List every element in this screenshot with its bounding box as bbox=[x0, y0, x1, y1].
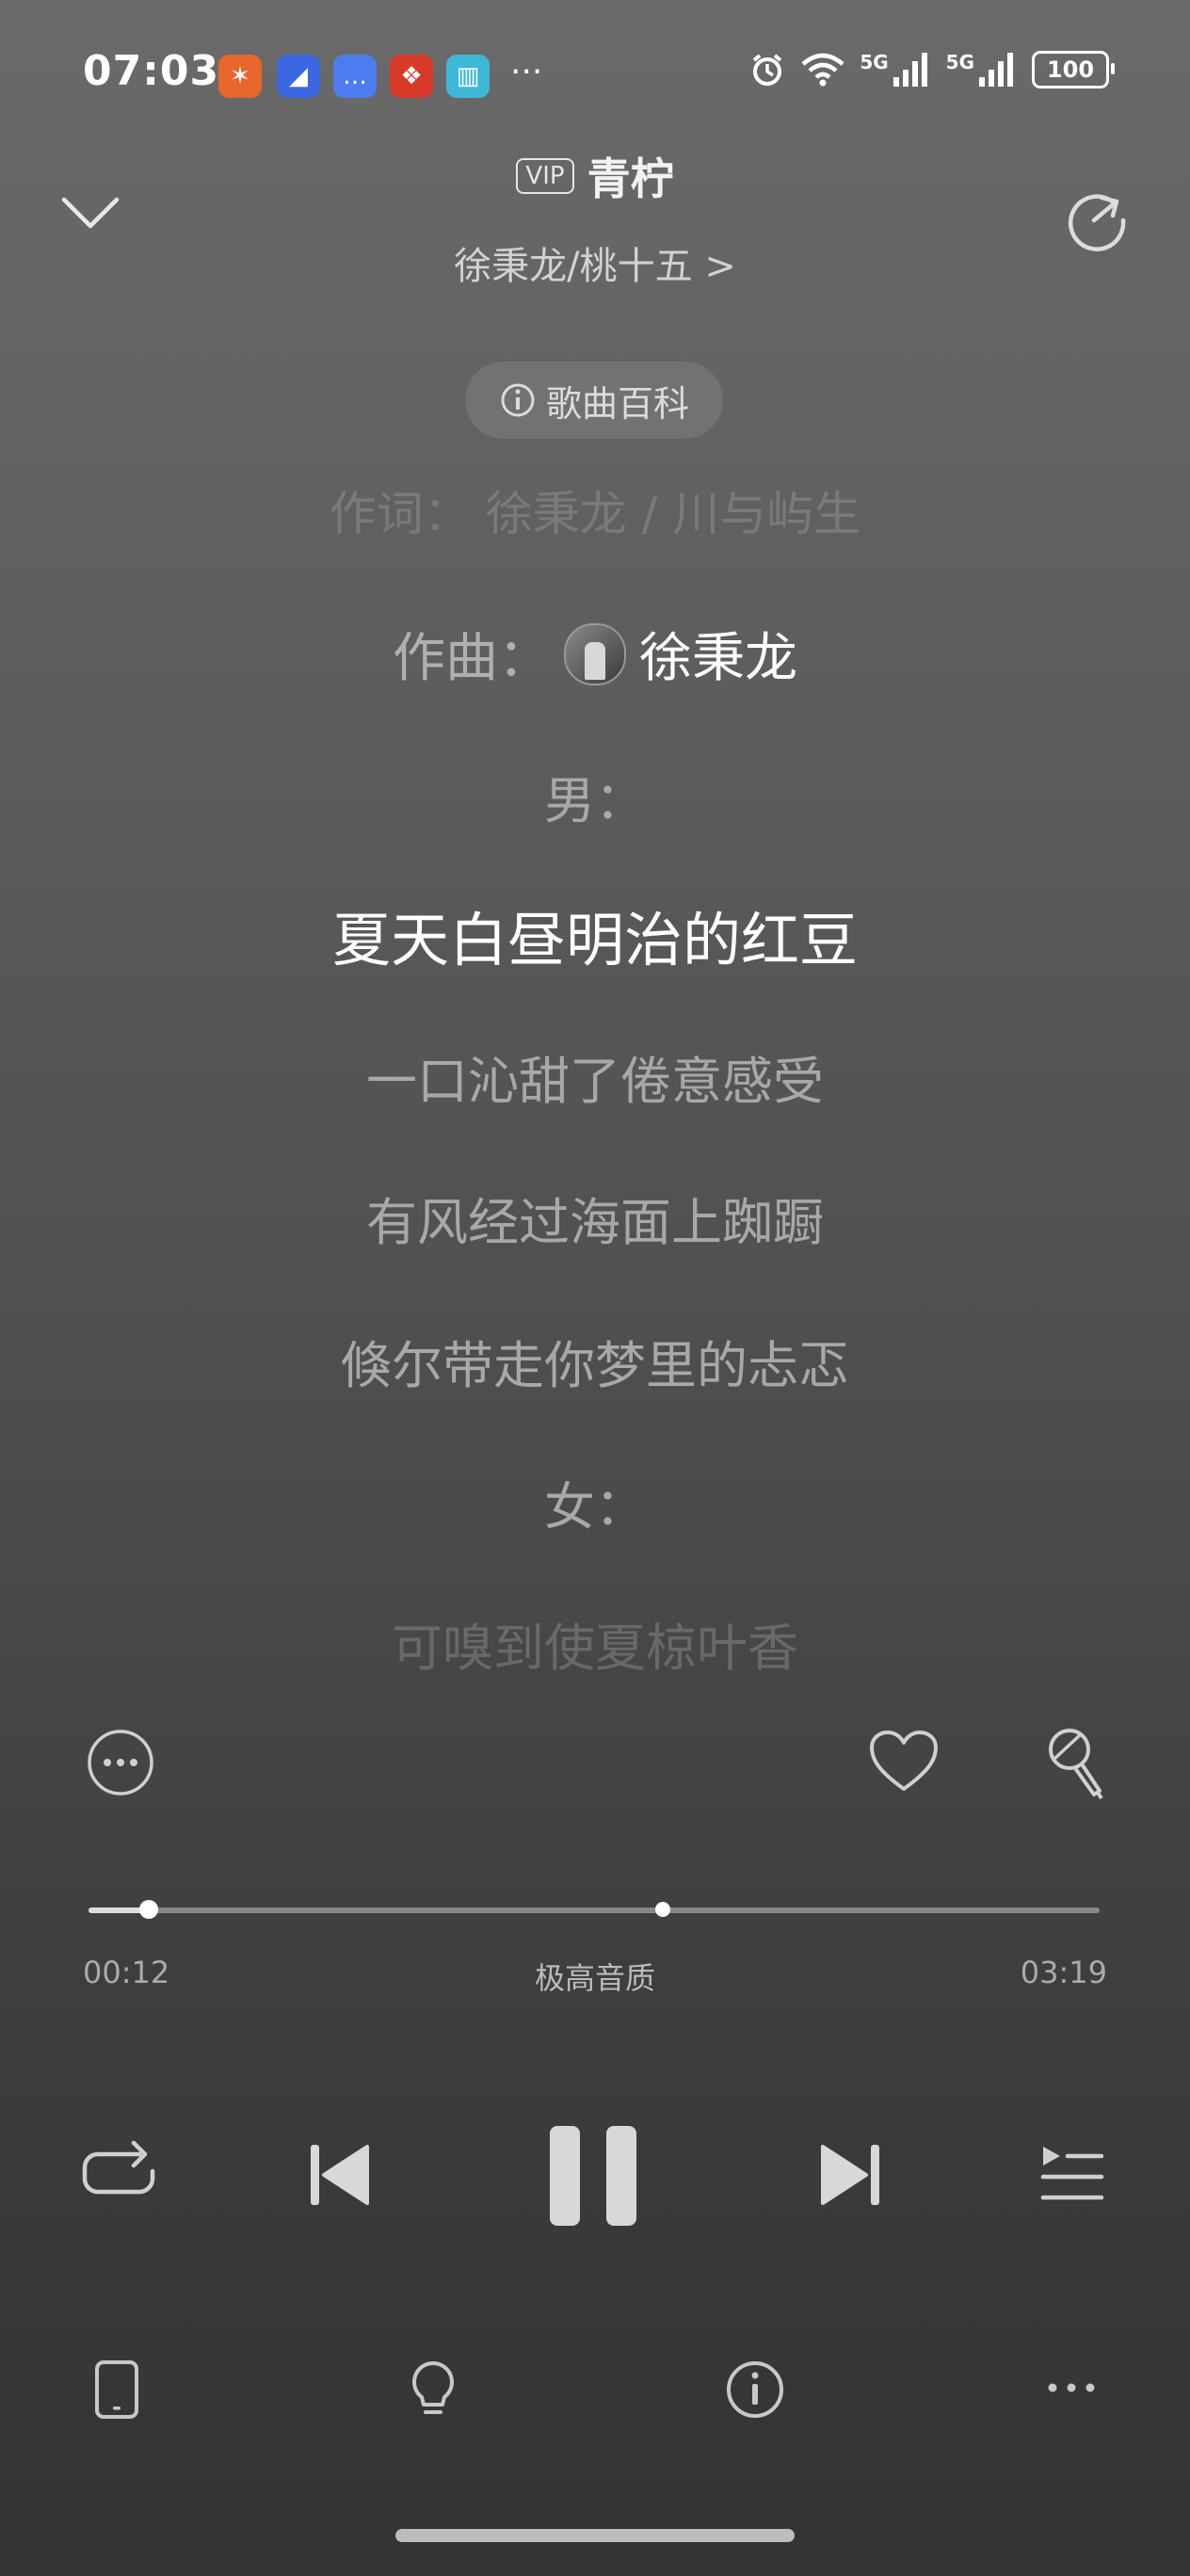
audio-quality-label[interactable]: 极高音质 bbox=[0, 1955, 1190, 1998]
app-notification-icon-1: ✶ bbox=[218, 55, 262, 98]
lyric-line[interactable]: 男： bbox=[0, 759, 1190, 833]
song-title: 青柠 bbox=[587, 153, 674, 204]
composer-line: 作曲： 徐秉龙 bbox=[0, 616, 1190, 692]
total-time: 03:19 bbox=[1020, 1955, 1107, 1990]
lyric-line-faded[interactable]: 可嗅到使夏椋叶香 bbox=[0, 1606, 1190, 1681]
lyric-line[interactable]: 有风经过海面上踟蹰 bbox=[0, 1181, 1190, 1255]
alarm-icon bbox=[748, 51, 786, 89]
more-menu-icon[interactable] bbox=[1045, 2378, 1098, 2397]
share-icon[interactable] bbox=[1062, 183, 1132, 252]
karaoke-microphone-icon[interactable] bbox=[1043, 1725, 1109, 1800]
device-phone-icon[interactable] bbox=[94, 2359, 139, 2420]
lyric-line[interactable]: 一口沁甜了倦意感受 bbox=[0, 1039, 1190, 1114]
next-track-icon[interactable] bbox=[819, 2143, 881, 2207]
heart-like-icon[interactable] bbox=[868, 1729, 940, 1795]
song-info-icon[interactable] bbox=[725, 2359, 785, 2420]
pause-icon[interactable] bbox=[546, 2124, 640, 2228]
composer-name[interactable]: 徐秉龙 bbox=[639, 616, 797, 692]
battery-indicator: 100 bbox=[1032, 51, 1115, 89]
cell-signal-2: 5G bbox=[946, 51, 1019, 89]
progress-track[interactable] bbox=[88, 1908, 1100, 1913]
home-indicator[interactable] bbox=[395, 2529, 795, 2542]
composer-avatar[interactable] bbox=[564, 622, 626, 685]
wifi-icon bbox=[799, 51, 846, 89]
repeat-mode-icon[interactable] bbox=[81, 2137, 156, 2209]
app-notification-icon-4: ❖ bbox=[390, 55, 433, 98]
vip-badge: VIP bbox=[516, 158, 574, 194]
status-right: 5G 5G 100 bbox=[748, 51, 1115, 89]
progress-handle[interactable] bbox=[139, 1900, 158, 1919]
cell-signal-1: 5G bbox=[860, 51, 932, 89]
status-time: 07:03 bbox=[83, 47, 220, 95]
reader-app-icon: ▥ bbox=[446, 55, 490, 98]
lyric-line-active[interactable]: 夏天白昼明治的红豆 bbox=[0, 893, 1190, 977]
playlist-queue-icon[interactable] bbox=[1039, 2143, 1105, 2203]
composer-label: 作曲： bbox=[393, 628, 551, 689]
message-app-icon: … bbox=[333, 55, 377, 98]
song-title-row: VIP 青柠 bbox=[0, 145, 1190, 207]
app-notification-icon-2: ◢ bbox=[277, 55, 320, 98]
lightbulb-icon[interactable] bbox=[409, 2359, 458, 2420]
artist-link[interactable]: 徐秉龙/桃十五 > bbox=[0, 235, 1190, 290]
more-options-icon[interactable] bbox=[87, 1729, 154, 1796]
more-notifications-icon: ··· bbox=[510, 53, 543, 91]
previous-track-icon[interactable] bbox=[309, 2143, 371, 2207]
song-wiki-label: 歌曲百科 bbox=[545, 382, 689, 425]
info-icon bbox=[499, 381, 537, 419]
lyricist-line: 作词： 徐秉龙 / 川与屿生 bbox=[329, 487, 861, 541]
lyric-line[interactable]: 倏尔带走你梦里的忐忑 bbox=[0, 1324, 1190, 1398]
progress-marker bbox=[655, 1902, 670, 1917]
song-wiki-button[interactable]: 歌曲百科 bbox=[465, 362, 723, 439]
lyric-line[interactable]: 女： bbox=[0, 1465, 1190, 1539]
